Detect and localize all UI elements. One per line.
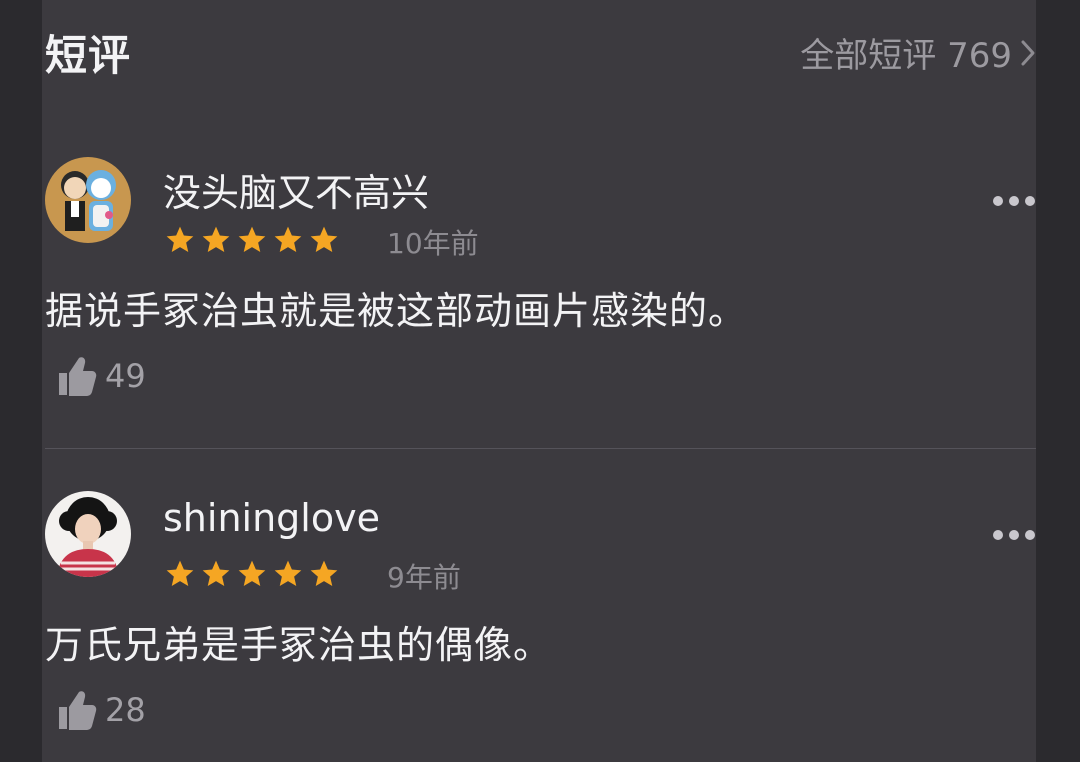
more-horizontal-icon[interactable]: [992, 527, 1036, 541]
comment-time: 10年前: [387, 227, 479, 260]
thumbs-up-icon: [59, 691, 97, 730]
like-count: 49: [105, 357, 146, 395]
all-comments-label: 全部短评 769: [800, 36, 1012, 76]
like-count: 28: [105, 691, 146, 729]
all-comments-link[interactable]: 全部短评 769: [800, 28, 1036, 77]
star-icon: [274, 226, 302, 252]
more-horizontal-icon[interactable]: [992, 193, 1036, 207]
comment-text: 万氏兄弟是手冢治虫的偶像。: [45, 623, 553, 667]
star-icon: [310, 226, 338, 252]
star-icon: [238, 226, 266, 252]
star-icon: [202, 226, 230, 252]
comment-divider: [45, 448, 1036, 449]
section-header: 短评 全部短评 769: [45, 18, 1036, 80]
avatar[interactable]: [45, 491, 131, 577]
like-button[interactable]: 28: [57, 689, 146, 731]
like-button[interactable]: 49: [57, 355, 146, 397]
comment-text: 据说手冢治虫就是被这部动画片感染的。: [45, 289, 748, 333]
star-icon: [310, 560, 338, 586]
rating-stars: [163, 224, 341, 256]
star-icon: [274, 560, 302, 586]
chevron-right-icon: [1020, 39, 1036, 67]
comment-time: 9年前: [387, 561, 461, 594]
star-icon: [238, 560, 266, 586]
rating-stars: [163, 558, 341, 590]
avatar[interactable]: [45, 157, 131, 243]
section-title: 短评: [45, 31, 132, 80]
username[interactable]: 没头脑又不高兴: [163, 162, 429, 217]
star-icon: [202, 560, 230, 586]
thumbs-up-icon: [59, 357, 97, 396]
comment-item: shininglove 9年前 万氏兄弟是手冢治虫的偶像。 28: [45, 484, 1036, 754]
username[interactable]: shininglove: [163, 496, 380, 540]
star-icon: [166, 226, 194, 252]
comment-item: 没头脑又不高兴 10年前 据说手冢治虫就是被这部动画片感染的。 49: [45, 150, 1036, 420]
star-icon: [166, 560, 194, 586]
